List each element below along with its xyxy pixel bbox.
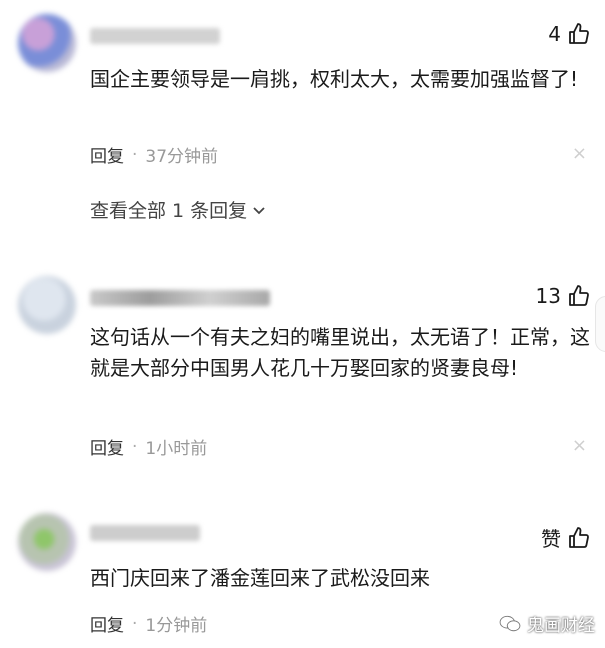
comment-meta: 回复 · 37分钟前 — [90, 142, 219, 168]
reply-button[interactable]: 回复 — [90, 434, 124, 459]
avatar[interactable] — [18, 513, 76, 571]
watermark: 鬼画财经 — [499, 611, 595, 636]
separator-dot: · — [132, 144, 138, 165]
separator-dot: · — [132, 613, 138, 634]
comment-meta: 回复 · 1分钟前 — [90, 611, 208, 637]
wechat-icon — [499, 615, 521, 631]
comment-text: 西门庆回来了潘金莲回来了武松没回来 — [90, 566, 430, 590]
chevron-down-icon — [253, 206, 265, 214]
like-count: 4 — [548, 22, 561, 46]
watermark-text: 鬼画财经 — [527, 616, 595, 636]
like-label: 赞 — [541, 527, 561, 551]
timestamp: 1分钟前 — [145, 616, 208, 636]
separator-dot: · — [132, 436, 138, 457]
username-blurred[interactable] — [90, 290, 270, 306]
like-button[interactable]: 4 — [548, 22, 591, 46]
thumbs-up-icon — [569, 23, 589, 44]
timestamp: 37分钟前 — [145, 147, 219, 167]
like-count: 13 — [535, 284, 561, 308]
avatar[interactable] — [18, 276, 76, 334]
close-icon[interactable]: × — [572, 143, 587, 164]
comment-meta: 回复 · 1小时前 — [90, 434, 208, 460]
close-icon[interactable]: × — [572, 435, 587, 456]
avatar[interactable] — [18, 14, 76, 72]
like-button[interactable]: 赞 — [541, 523, 591, 552]
thumbs-up-icon — [569, 285, 589, 306]
side-edge — [595, 296, 605, 352]
comment-text: 国企主要领导是一肩挑，权利太大，太需要加强监督了! — [90, 67, 579, 91]
username-blurred[interactable] — [90, 525, 200, 541]
reply-button[interactable]: 回复 — [90, 611, 124, 636]
like-button[interactable]: 13 — [536, 284, 591, 308]
comment-text: 这句话从一个有夫之妇的嘴里说出，太无语了！正常，这就是大部分中国男人花几十万娶回… — [90, 325, 590, 380]
thumbs-up-icon — [569, 526, 589, 548]
timestamp: 1小时前 — [145, 439, 208, 459]
username-blurred[interactable] — [90, 28, 220, 44]
view-all-replies-label: 查看全部 1 条回复 — [90, 200, 248, 222]
comment-1: 4 国企主要领导是一肩挑，权利太大，太需要加强监督了! 回复 · 37分钟前 ×… — [0, 0, 605, 240]
reply-button[interactable]: 回复 — [90, 142, 124, 167]
comment-2: 13 这句话从一个有夫之妇的嘴里说出，太无语了！正常，这就是大部分中国男人花几十… — [0, 270, 605, 480]
view-all-replies-button[interactable]: 查看全部 1 条回复 — [90, 196, 267, 223]
